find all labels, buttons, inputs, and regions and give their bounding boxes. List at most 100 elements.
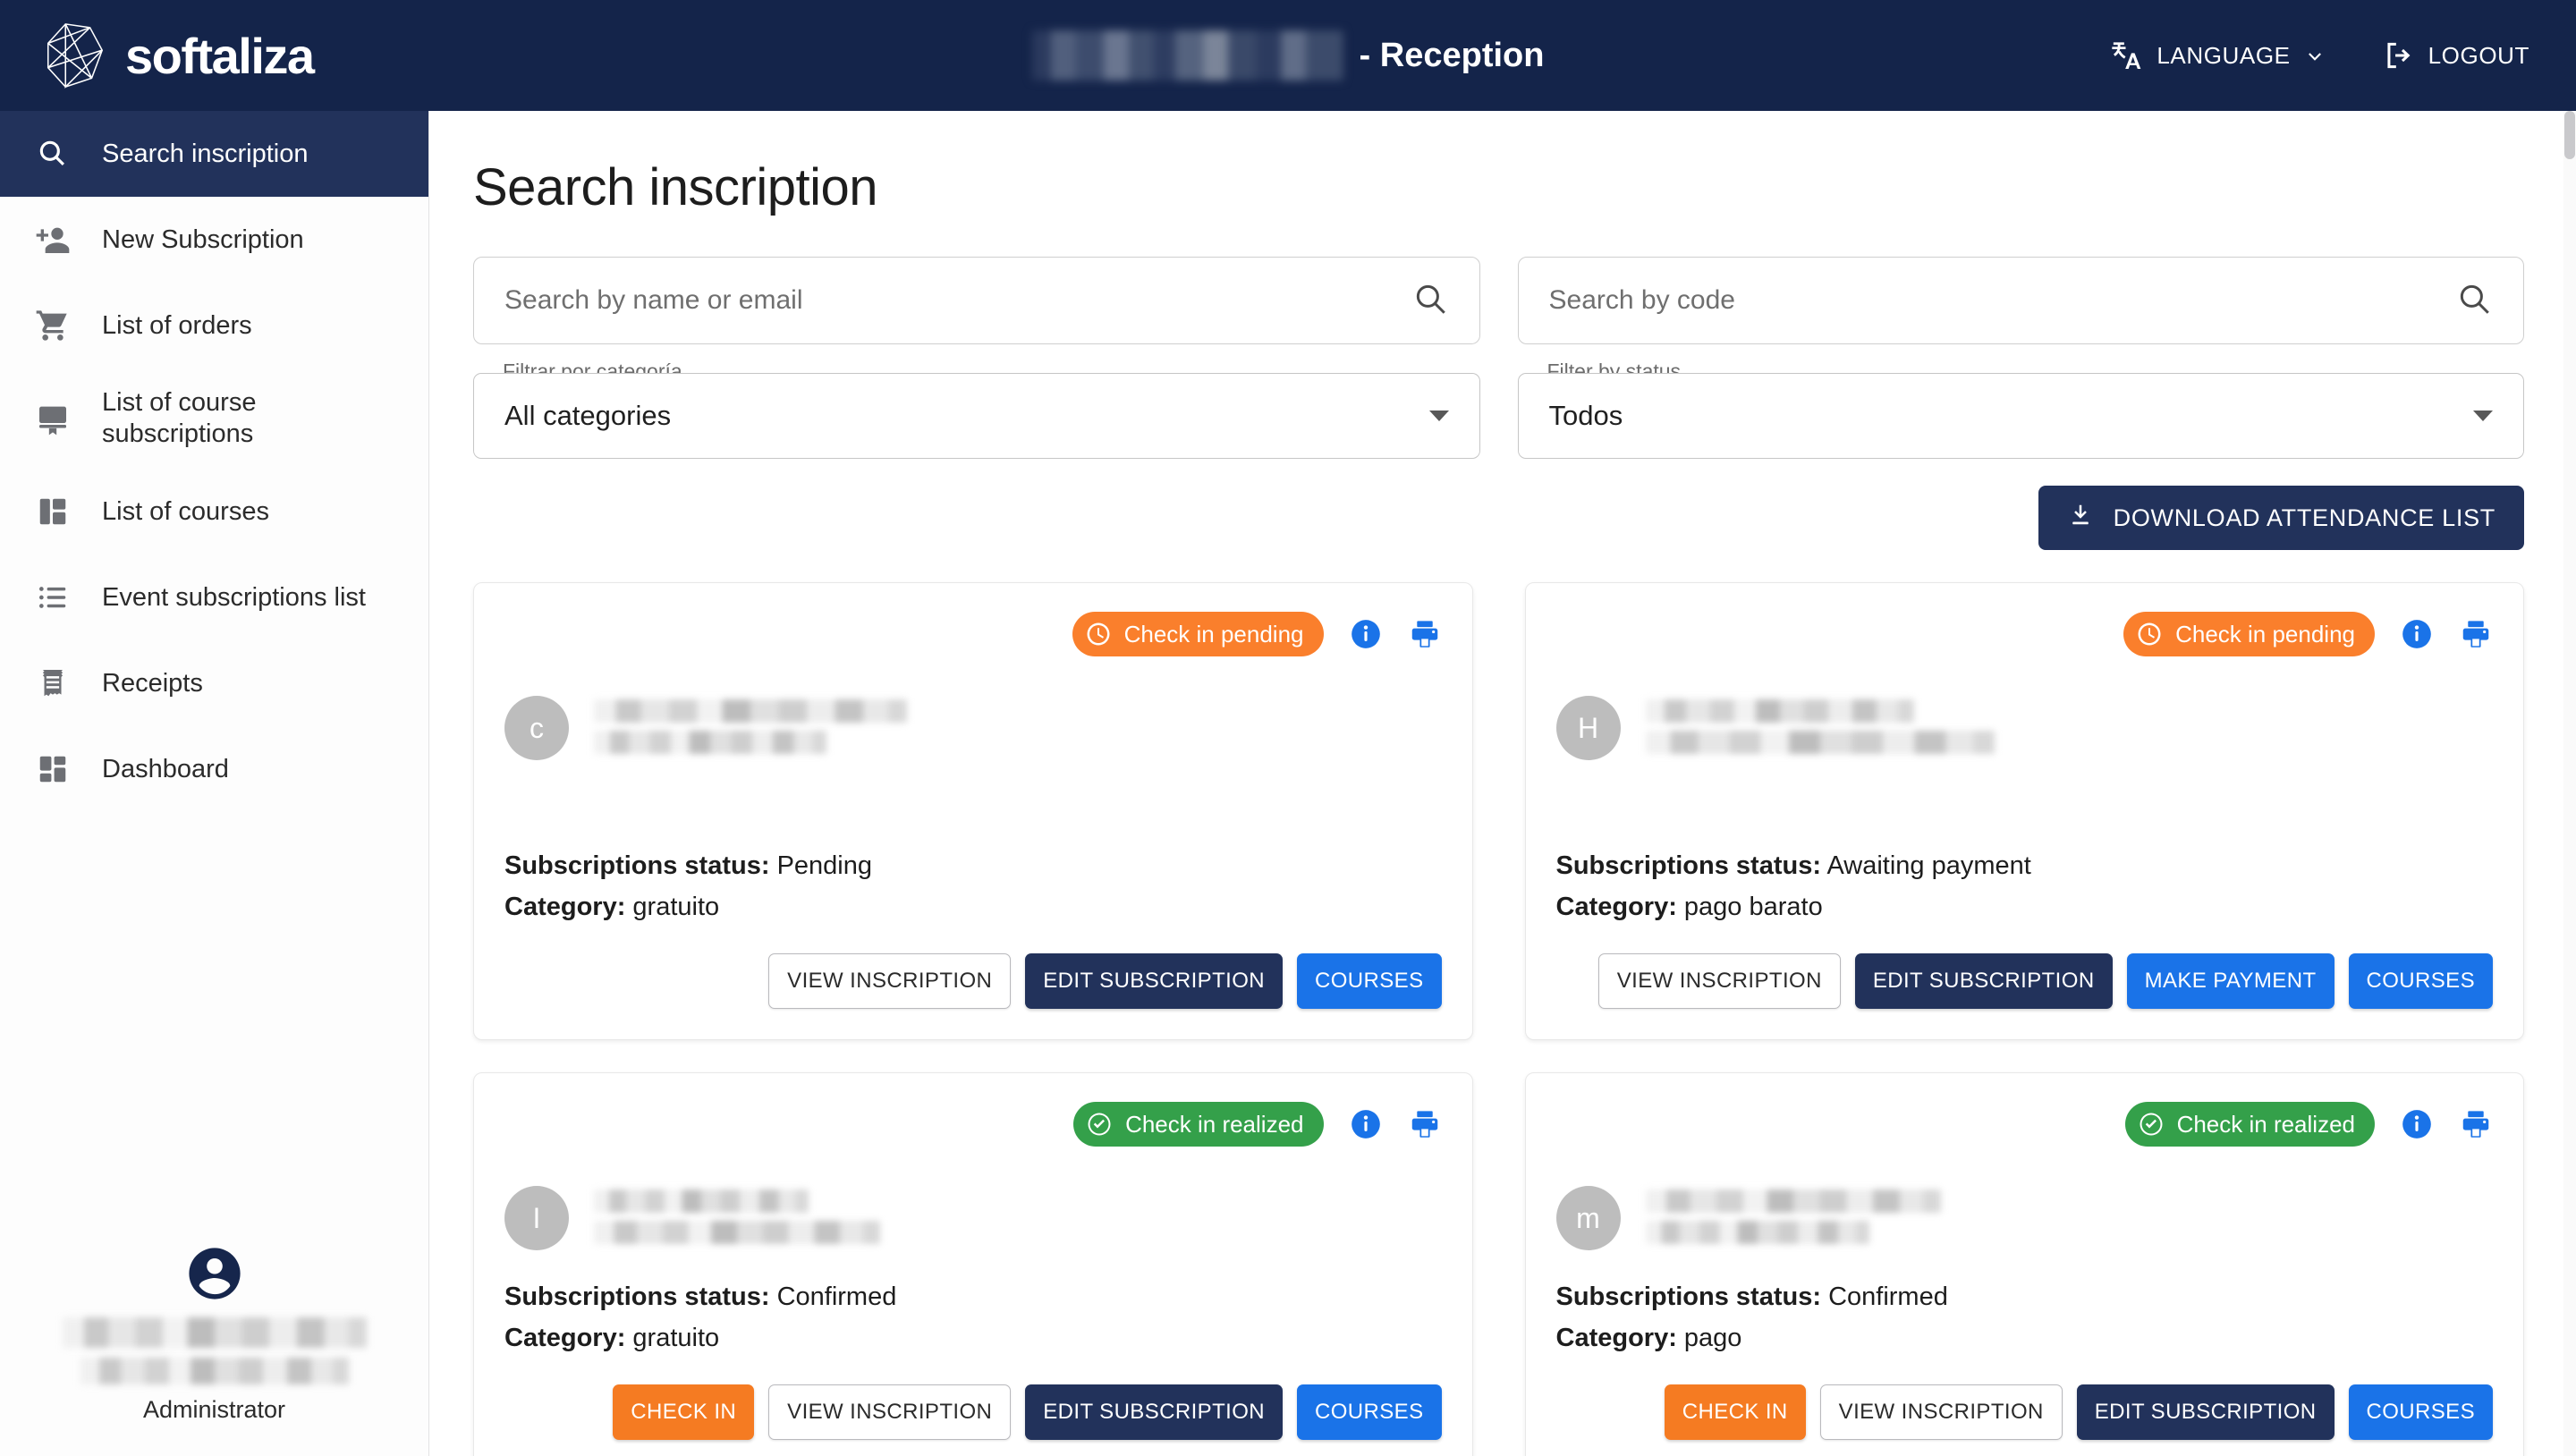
main-content: Search inscription Filtrar por categoría… (430, 111, 2576, 1456)
polygon-logo-icon (39, 17, 109, 94)
category-line: Category: pago (1556, 1318, 2494, 1359)
info-icon[interactable] (2400, 1107, 2434, 1141)
redacted-org-name (1031, 30, 1343, 80)
filter-status-wrap: Filter by status Todos (1517, 360, 2524, 459)
redacted-user-email (80, 1358, 349, 1384)
page-scrollbar[interactable] (2563, 111, 2576, 1456)
info-icon[interactable] (2400, 617, 2434, 651)
print-icon[interactable] (1408, 1107, 1442, 1141)
search-by-code-box[interactable] (1517, 257, 2524, 344)
layout-grid-icon (32, 495, 73, 529)
sidebar-item-list-of-orders[interactable]: List of orders (0, 283, 428, 368)
view-inscription-button[interactable]: VIEW INSCRIPTION (1819, 1384, 2063, 1440)
sidebar-item-list-of-courses[interactable]: List of courses (0, 469, 428, 554)
redacted-person-details (1645, 1186, 1941, 1244)
scrollbar-thumb[interactable] (2564, 111, 2575, 159)
status-badge[interactable]: Check in pending (1072, 612, 1324, 656)
courses-button[interactable]: COURSES (1297, 1384, 1442, 1440)
check-in-button[interactable]: CHECK IN (1664, 1384, 1806, 1440)
sidebar-item-search-inscription[interactable]: Search inscription (0, 111, 428, 197)
check-circle-icon (2138, 1111, 2165, 1138)
sidebar-item-list-of-course-subscriptions[interactable]: List of course subscriptions (0, 368, 428, 469)
chevron-down-icon (2303, 44, 2326, 67)
card-actions: VIEW INSCRIPTION EDIT SUBSCRIPTION MAKE … (1556, 953, 2493, 1009)
card-meta: Subscriptions status: Pending Category: … (504, 819, 1442, 928)
avatar: I (504, 1186, 569, 1250)
search-code-input[interactable] (1548, 285, 2455, 316)
edit-subscription-button[interactable]: EDIT SUBSCRIPTION (2076, 1384, 2334, 1440)
redacted-email-line (594, 731, 826, 754)
clock-icon (2136, 621, 2163, 648)
person-row: I (504, 1186, 1442, 1250)
title-suffix: - Reception (1359, 36, 1545, 74)
search-icon[interactable] (2455, 280, 2493, 322)
info-icon[interactable] (1349, 617, 1383, 651)
sidebar-item-dashboard[interactable]: Dashboard (0, 726, 428, 812)
edit-subscription-button[interactable]: EDIT SUBSCRIPTION (1025, 953, 1283, 1009)
search-icon (32, 137, 73, 171)
search-by-name-box[interactable] (473, 257, 1480, 344)
filter-category-wrap: Filtrar por categoría All categories (473, 360, 1480, 459)
sidebar-item-receipts[interactable]: Receipts (0, 640, 428, 726)
filter-status-value: Todos (1548, 400, 1623, 431)
caret-down-icon (1428, 411, 1449, 421)
make-payment-button[interactable]: MAKE PAYMENT (2126, 953, 2334, 1009)
search-icon[interactable] (1411, 280, 1449, 322)
status-badge-label: Check in pending (2175, 620, 2355, 648)
redacted-person-details (594, 696, 907, 754)
logout-icon (2382, 38, 2416, 72)
status-line: Subscriptions status: Confirmed (504, 1277, 1442, 1318)
category-value: pago (1683, 1323, 1742, 1352)
view-inscription-button[interactable]: VIEW INSCRIPTION (1597, 953, 1841, 1009)
sidebar-item-event-subscriptions-list[interactable]: Event subscriptions list (0, 554, 428, 640)
status-badge-label: Check in realized (2176, 1110, 2355, 1138)
courses-button[interactable]: COURSES (1297, 953, 1442, 1009)
sidebar-item-new-subscription[interactable]: New Subscription (0, 197, 428, 283)
redacted-user-name (62, 1317, 367, 1348)
brand-logo-area[interactable]: softaliza (0, 17, 429, 94)
sidebar-item-label: List of course subscriptions (102, 388, 257, 448)
inscription-card: Check in realized I Subscriptions status… (473, 1072, 1473, 1456)
edit-subscription-button[interactable]: EDIT SUBSCRIPTION (1854, 953, 2113, 1009)
view-inscription-button[interactable]: VIEW INSCRIPTION (768, 1384, 1012, 1440)
avatar: m (1555, 1186, 1621, 1250)
card-meta: Subscriptions status: Confirmed Category… (504, 1250, 1442, 1359)
filter-status-select[interactable]: Todos (1517, 373, 2524, 459)
redacted-email-line (594, 1221, 880, 1244)
status-label: Subscriptions status: (504, 851, 770, 881)
info-icon[interactable] (1349, 1107, 1383, 1141)
category-line: Category: gratuito (504, 1318, 1442, 1359)
category-label: Category: (1555, 1323, 1677, 1352)
download-attendance-list-button[interactable]: DOWNLOAD ATTENDANCE LIST (2038, 486, 2524, 550)
logout-button[interactable]: LOGOUT (2382, 38, 2529, 72)
check-in-button[interactable]: CHECK IN (613, 1384, 755, 1440)
print-icon[interactable] (2459, 617, 2493, 651)
status-value: Pending (776, 851, 872, 881)
category-line: Category: gratuito (504, 887, 1442, 928)
status-badge[interactable]: Check in pending (2123, 612, 2375, 656)
status-value: Awaiting payment (1826, 851, 2031, 881)
courses-button[interactable]: COURSES (2348, 1384, 2493, 1440)
sidebar-item-label: List of orders (102, 310, 252, 340)
edit-subscription-button[interactable]: EDIT SUBSCRIPTION (1025, 1384, 1283, 1440)
status-badge[interactable]: Check in realized (1073, 1102, 1324, 1147)
person-row: c (504, 696, 1442, 760)
sidebar: Search inscription New Subscription List… (0, 111, 429, 1456)
status-line: Subscriptions status: Pending (504, 846, 1442, 887)
card-meta: Subscriptions status: Awaiting payment C… (1556, 819, 2494, 928)
receipt-icon (32, 666, 73, 700)
language-selector[interactable]: LANGUAGE (2108, 38, 2326, 73)
status-badge[interactable]: Check in realized (2124, 1102, 2375, 1147)
shopping-cart-icon (32, 308, 73, 343)
person-add-icon (32, 222, 73, 258)
view-inscription-button[interactable]: VIEW INSCRIPTION (768, 953, 1012, 1009)
redacted-name-line (1645, 699, 1914, 723)
filter-category-select[interactable]: All categories (473, 373, 1480, 459)
language-label: LANGUAGE (2157, 41, 2291, 69)
print-icon[interactable] (1408, 617, 1442, 651)
courses-button[interactable]: COURSES (2348, 953, 2493, 1009)
inscription-card: Check in pending c Subscriptions status:… (473, 582, 1473, 1040)
print-icon[interactable] (2459, 1107, 2493, 1141)
search-name-input[interactable] (504, 285, 1411, 316)
status-line: Subscriptions status: Awaiting payment (1556, 846, 2494, 887)
